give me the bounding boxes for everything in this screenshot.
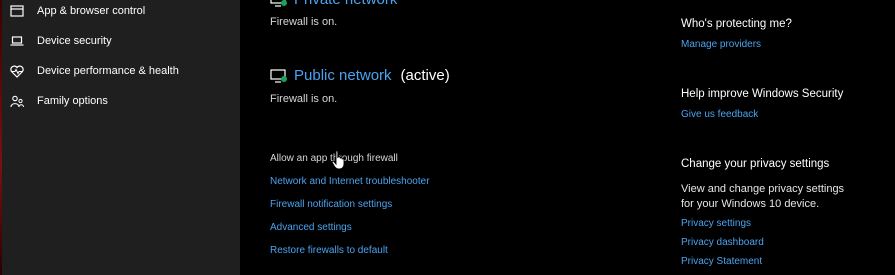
app-browser-window-icon [10,4,24,18]
hand-pointer-cursor-icon [331,150,347,170]
public-network-link[interactable]: Public network [294,67,392,84]
public-network-status: Firewall is on. [270,93,338,105]
sidebar-item-label: Device security [37,35,112,47]
privacy-settings-link[interactable]: Privacy settings [681,218,751,229]
privacy-description-line1: View and change privacy settings [681,183,845,195]
network-status-icon [270,68,288,83]
network-status-icon [270,0,288,7]
private-network-link[interactable]: Private network [294,0,397,8]
privacy-dashboard-link[interactable]: Privacy dashboard [681,237,764,248]
sidebar: App & browser control Device security De… [0,0,240,275]
sidebar-item-label: Family options [37,95,108,107]
firewall-main-content: Private network Firewall is on. Public n… [240,0,895,275]
public-network-heading: Public network (active) [270,67,450,84]
privacy-description-line2: for your Windows 10 device. [681,198,820,210]
advanced-settings-link[interactable]: Advanced settings [270,222,352,233]
sidebar-item-app-browser-control[interactable]: App & browser control [0,0,240,25]
sidebar-item-family-options[interactable]: Family options [0,87,240,115]
sidebar-item-device-performance[interactable]: Device performance & health [0,57,240,85]
heart-icon [10,64,24,78]
laptop-icon [10,34,24,48]
firewall-notification-settings-link[interactable]: Firewall notification settings [270,199,392,210]
privacy-settings-heading: Change your privacy settings [681,158,830,170]
active-label: (active) [400,67,450,84]
family-people-icon [10,94,24,108]
who-protecting-heading: Who's protecting me? [681,18,792,30]
help-improve-heading: Help improve Windows Security [681,88,844,100]
privacy-statement-link[interactable]: Privacy Statement [681,256,762,267]
private-network-status: Firewall is on. [270,16,338,28]
sidebar-item-label: Device performance & health [37,65,179,77]
manage-providers-link[interactable]: Manage providers [681,39,761,50]
sidebar-item-device-security[interactable]: Device security [0,27,240,55]
private-network-heading: Private network [270,0,397,8]
restore-firewalls-link[interactable]: Restore firewalls to default [270,245,388,256]
network-troubleshooter-link[interactable]: Network and Internet troubleshooter [270,176,430,187]
give-feedback-link[interactable]: Give us feedback [681,109,758,120]
sidebar-item-label: App & browser control [37,5,146,17]
